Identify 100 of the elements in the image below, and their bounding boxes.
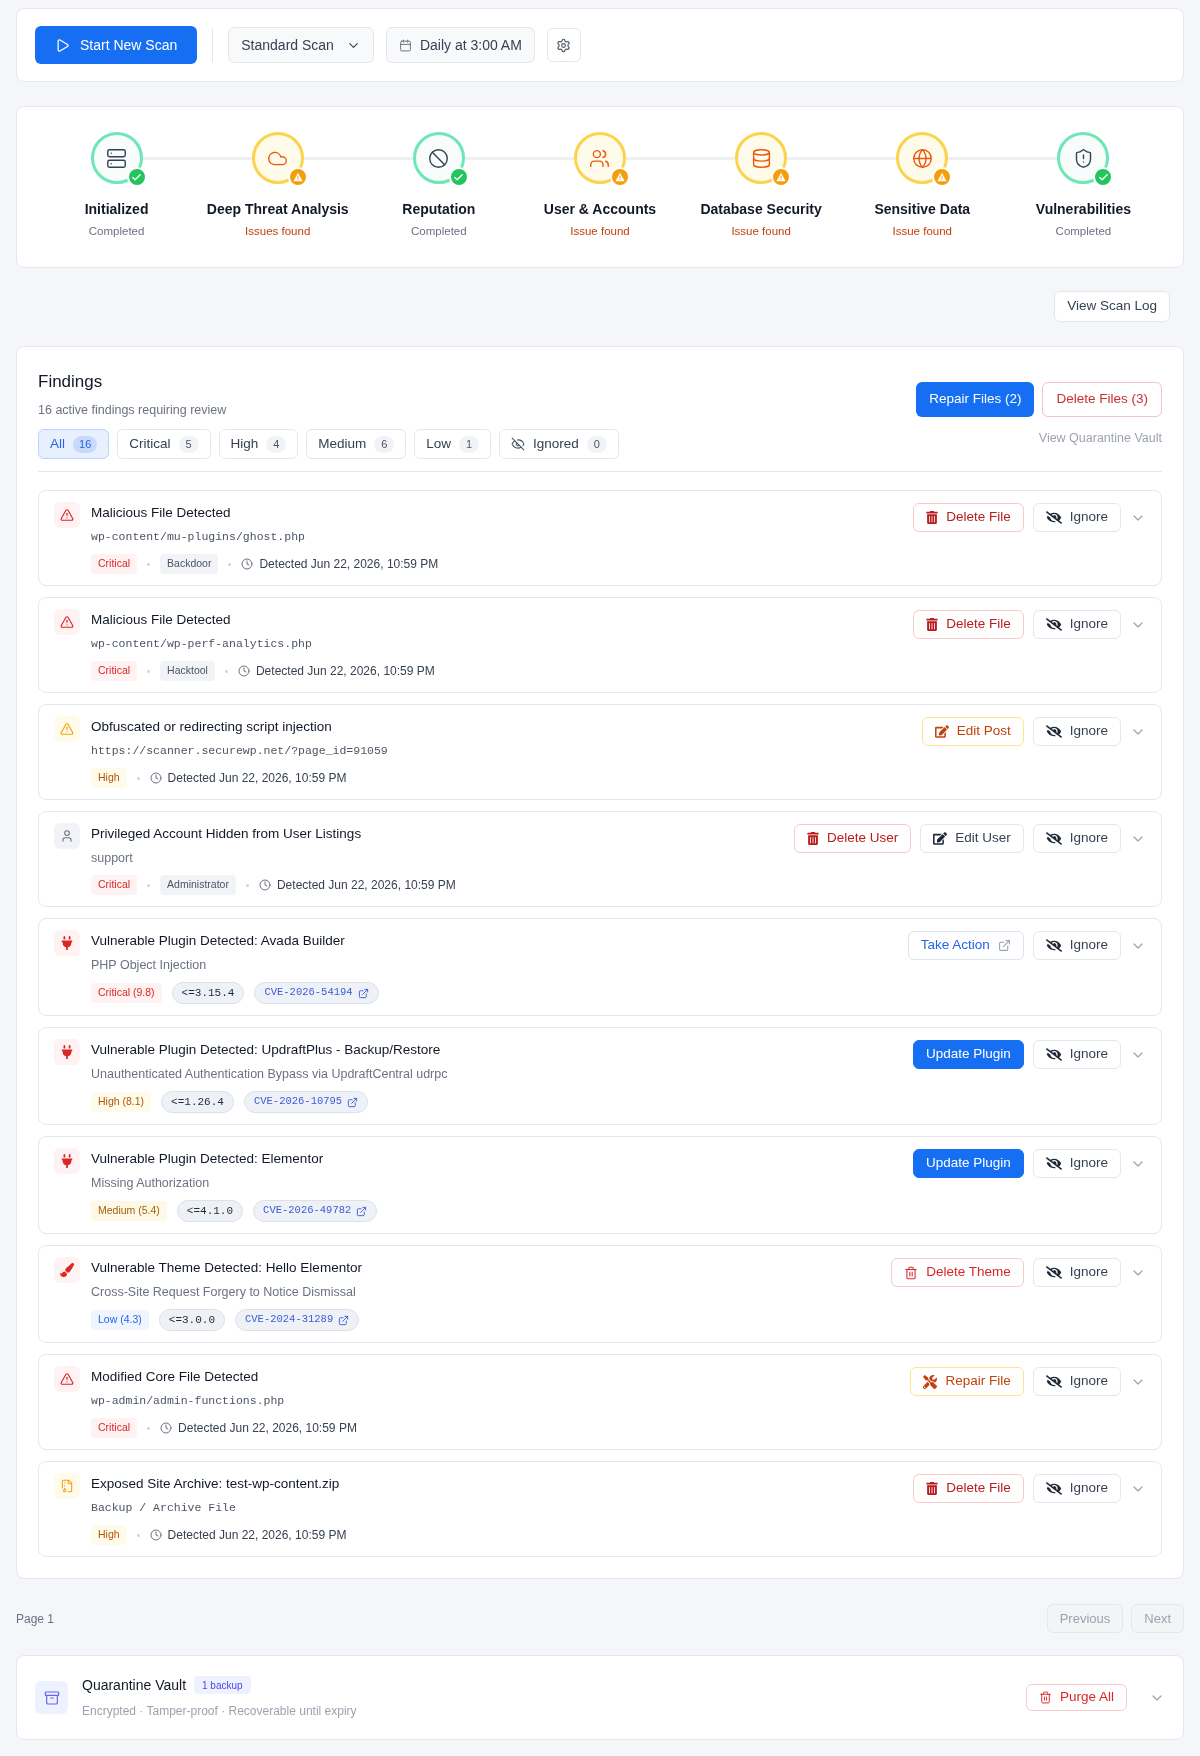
vault-description: Encrypted · Tamper-proof · Recoverable until expiry <box>82 1703 358 1720</box>
finding-title: Exposed Site Archive: test-wp-content.zip <box>91 1475 341 1493</box>
ignore-button[interactable]: Ignore <box>1032 824 1121 853</box>
step-label: Sensitive Data <box>874 200 971 219</box>
filter-tab[interactable]: Ignored 0 <box>499 429 619 459</box>
ignore-button[interactable]: Ignore <box>1032 1040 1121 1069</box>
archive-icon <box>35 1681 68 1714</box>
delete-button[interactable]: Delete File <box>913 610 1024 639</box>
step-label: Initialized <box>84 200 149 219</box>
severity-tag: Low (4.3) <box>91 1310 149 1330</box>
cve-link[interactable]: CVE-2026-10795 <box>243 1091 369 1113</box>
finding-title: Vulnerable Theme Detected: Hello Elementor <box>91 1259 363 1277</box>
detected-time: Detected Jun 22, 2026, 10:59 PM <box>167 1527 347 1544</box>
step-label: User & Accounts <box>543 200 657 219</box>
trash-icon <box>904 1265 919 1280</box>
eye-off-icon <box>1045 511 1062 524</box>
severity-tag: High (8.1) <box>91 1092 152 1112</box>
edit-icon <box>933 832 948 845</box>
external-link-icon <box>356 1205 368 1217</box>
view-scan-log-button[interactable]: View Scan Log <box>1054 291 1170 322</box>
scan-type-dropdown[interactable]: Standard Scan <box>228 27 374 63</box>
detected-time: Detected Jun 22, 2026, 10:59 PM <box>178 1420 357 1437</box>
ignore-button[interactable]: Ignore <box>1032 610 1121 639</box>
trash-icon <box>926 1482 939 1495</box>
eye-off-icon <box>1045 1482 1062 1495</box>
clock-icon <box>149 1529 162 1541</box>
finding-title: Modified Core File Detected <box>91 1368 260 1386</box>
schedule-button[interactable]: Daily at 3:00 AM <box>385 27 535 63</box>
ignore-button[interactable]: Ignore <box>1032 717 1121 746</box>
take-action-button[interactable]: Take Action <box>907 931 1024 960</box>
purge-all-button[interactable]: Purge All <box>1025 1684 1127 1711</box>
category-tag: Administrator <box>160 875 236 895</box>
clock-icon <box>241 558 254 570</box>
delete-button[interactable]: Delete File <box>913 503 1024 532</box>
edit-button[interactable]: Edit Post <box>921 717 1024 746</box>
filter-tab[interactable]: High 4 <box>218 429 299 459</box>
delete-button[interactable]: Delete Theme <box>891 1258 1024 1287</box>
delete-button[interactable]: Delete User <box>793 824 912 853</box>
version-tag: <=3.0.0 <box>158 1309 225 1331</box>
clock-icon <box>258 879 271 891</box>
cve-link[interactable]: CVE-2026-54194 <box>254 982 379 1004</box>
filter-count: 1 <box>459 435 480 453</box>
severity-tag: High <box>91 1525 127 1545</box>
edit-button[interactable]: Edit User <box>920 824 1024 853</box>
filter-count: 4 <box>266 435 287 453</box>
eye-off-icon <box>1045 832 1062 845</box>
edit-icon <box>934 725 949 738</box>
filter-tab[interactable]: Critical 5 <box>117 429 211 459</box>
step-label: Deep Threat Analysis <box>206 200 349 219</box>
step-label: Database Security <box>700 200 822 219</box>
severity-tag: Medium (5.4) <box>91 1201 167 1221</box>
file-path: https://scanner.securewp.net/?page_id=91059 <box>91 743 389 759</box>
category-tag: Backdoor <box>160 554 219 574</box>
trash-icon <box>1038 1691 1052 1704</box>
step-label: Vulnerabilities <box>1035 200 1131 219</box>
delete-files-button[interactable]: Delete Files (3) <box>1042 382 1162 417</box>
clock-icon <box>237 665 250 677</box>
ignore-button[interactable]: Ignore <box>1032 1367 1121 1396</box>
external-link-icon <box>997 939 1011 952</box>
ignore-button[interactable]: Ignore <box>1032 931 1121 960</box>
cve-link[interactable]: CVE-2024-31289 <box>235 1309 360 1331</box>
detected-time: Detected Jun 22, 2026, 10:59 PM <box>276 877 456 894</box>
cve-link[interactable]: CVE-2026-49782 <box>253 1200 378 1222</box>
filter-count: 16 <box>73 435 98 453</box>
eye-off-icon <box>1045 1266 1062 1279</box>
version-tag: <=4.1.0 <box>176 1200 244 1222</box>
ignore-button[interactable]: Ignore <box>1032 1258 1121 1287</box>
settings-button[interactable] <box>546 28 581 62</box>
filter-count: 0 <box>586 435 607 453</box>
filter-tab[interactable]: Medium 6 <box>306 429 407 459</box>
repair-files-button[interactable]: Repair Files (2) <box>916 382 1035 417</box>
severity-tag: Critical (9.8) <box>91 983 162 1003</box>
version-tag: <=1.26.4 <box>161 1091 234 1113</box>
file-path: wp-content/wp-perf-analytics.php <box>91 636 313 652</box>
ignore-button[interactable]: Ignore <box>1032 1474 1121 1503</box>
update-plugin-button[interactable]: Update Plugin <box>912 1040 1024 1069</box>
category-tag: Hacktool <box>160 661 215 681</box>
finding-title: Malicious File Detected <box>91 504 232 522</box>
detected-time: Detected Jun 22, 2026, 10:59 PM <box>259 556 439 573</box>
finding-title: Malicious File Detected <box>91 611 232 629</box>
ignore-button[interactable]: Ignore <box>1032 503 1121 532</box>
step-label: Reputation <box>402 200 476 219</box>
step-status: Issue found <box>731 224 791 239</box>
eye-off-icon <box>511 437 526 451</box>
severity-tag: High <box>91 768 127 788</box>
update-plugin-button[interactable]: Update Plugin <box>912 1149 1024 1178</box>
filter-tab[interactable]: All 16 <box>38 429 110 459</box>
start-scan-button[interactable]: Start New Scan <box>35 26 198 64</box>
detected-time: Detected Jun 22, 2026, 10:59 PM <box>167 770 347 787</box>
filter-count: 5 <box>178 435 199 453</box>
file-path: wp-admin/admin-functions.php <box>91 1393 286 1409</box>
finding-title: Obfuscated or redirecting script injection <box>91 718 333 736</box>
filter-tab[interactable]: Low 1 <box>414 429 492 459</box>
eye-off-icon <box>1045 1157 1062 1170</box>
delete-button[interactable]: Delete File <box>913 1474 1024 1503</box>
trash-icon <box>926 511 939 524</box>
eye-off-icon <box>1045 618 1062 631</box>
ignore-button[interactable]: Ignore <box>1032 1149 1121 1178</box>
external-link-icon <box>338 1314 350 1326</box>
repair-button[interactable]: Repair File <box>910 1367 1024 1396</box>
